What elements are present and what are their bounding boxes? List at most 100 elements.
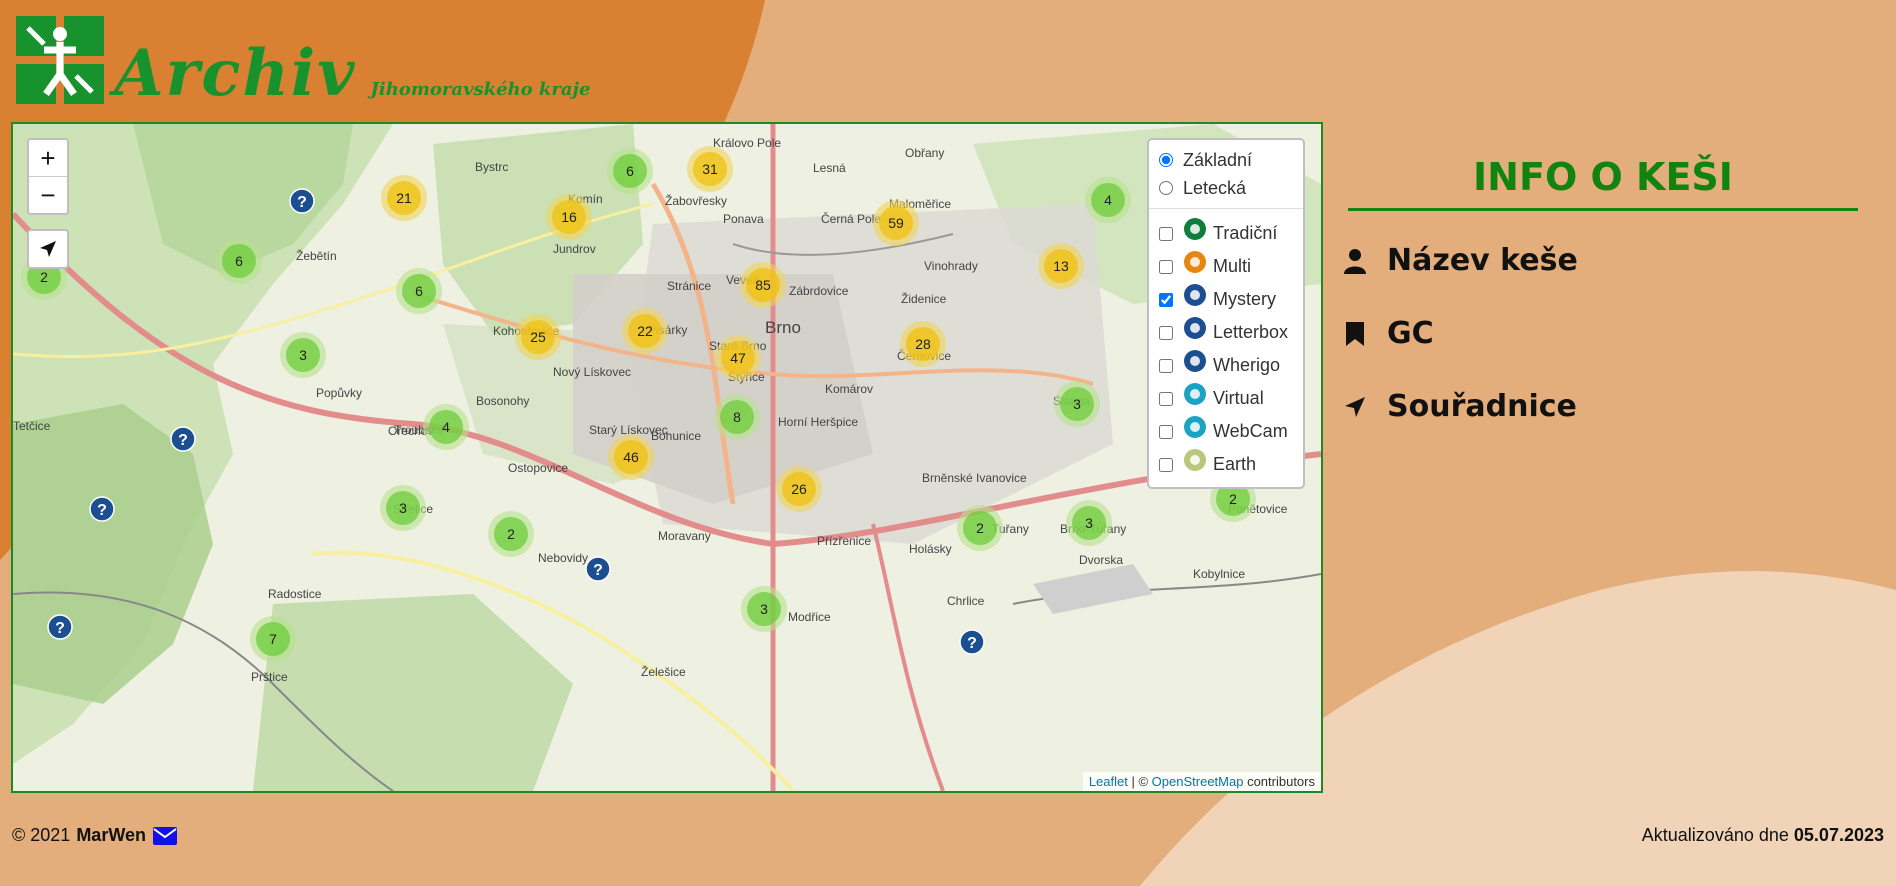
overlay-label: WebCam [1213,421,1288,441]
osm-link[interactable]: OpenStreetMap [1152,774,1244,789]
location-arrow-icon [1345,396,1365,417]
traditional-cache-icon [1183,217,1207,241]
base-layer-radio[interactable] [1159,153,1173,167]
locate-button[interactable] [27,229,69,269]
marker-cluster[interactable]: 28 [900,321,946,367]
earth-cache-icon [1183,448,1207,472]
overlay-option[interactable]: Virtual [1159,382,1293,415]
overlay-option[interactable]: Multi [1159,250,1293,283]
map-place-label: Popůvky [316,386,363,400]
marker-cluster[interactable]: 46 [608,434,654,480]
overlay-checkbox[interactable] [1159,259,1173,274]
cluster-count: 2 [494,517,528,551]
marker-cluster[interactable]: 3 [741,586,787,632]
envelope-icon[interactable] [152,826,178,846]
base-layer-option[interactable]: Letecká [1159,174,1293,202]
overlay-checkbox[interactable] [1159,226,1173,241]
marker-cluster[interactable]: 3 [1054,381,1100,427]
cache-name-row: Název keše [1343,243,1578,278]
mystery-cache-marker[interactable]: ? [959,629,985,655]
map-place-label: Moravany [658,529,711,543]
map-place-label: Nový Lískovec [553,365,632,379]
map-place-label: Nebovidy [538,551,589,565]
cluster-count: 26 [782,472,816,506]
updated-label: Aktualizováno dne [1641,825,1789,845]
multi-cache-icon [1183,250,1207,274]
cluster-count: 22 [628,314,662,348]
map-place-label: Vinohrady [924,259,978,273]
base-layer-label: Letecká [1183,177,1247,198]
map-place-label: Přízřenice [817,534,872,548]
overlay-checkbox[interactable] [1159,424,1173,439]
cluster-count: 2 [963,511,997,545]
overlay-checkbox[interactable] [1159,391,1173,406]
leaflet-link[interactable]: Leaflet [1089,774,1128,789]
cluster-count: 8 [720,400,754,434]
base-layer-radio[interactable] [1159,181,1173,195]
marker-cluster[interactable]: 47 [715,335,761,381]
overlay-option[interactable]: Tradiční [1159,217,1293,250]
marker-cluster[interactable]: 26 [776,466,822,512]
location-arrow-icon [40,241,56,257]
marker-cluster[interactable]: 3 [380,485,426,531]
marker-cluster[interactable]: 6 [216,238,262,284]
overlay-checkbox[interactable] [1159,292,1173,307]
mystery-cache-marker[interactable]: ? [89,496,115,522]
overlay-layers-list: Tradiční Multi Mystery Letterbox Wherigo Virt… [1159,217,1293,481]
zoom-out-button[interactable]: − [29,176,67,213]
site-logo[interactable]: Archiv Jihomoravského kraje [14,14,590,106]
mystery-cache-marker[interactable]: ? [289,188,315,214]
gc-code-row: GC [1343,316,1434,351]
svg-text:?: ? [967,635,977,652]
marker-cluster[interactable]: 25 [515,314,561,360]
geocaching-logo-icon [16,16,104,104]
marker-cluster[interactable]: 4 [423,404,469,450]
marker-cluster[interactable]: 85 [740,262,786,308]
mystery-cache-marker[interactable]: ? [585,556,611,582]
overlay-option[interactable]: Mystery [1159,283,1293,316]
overlay-option[interactable]: Wherigo [1159,349,1293,382]
logo-title: Archiv [114,36,357,111]
marker-cluster[interactable]: 16 [546,194,592,240]
mystery-cache-marker[interactable]: ? [47,614,73,640]
base-layer-label: Základní [1183,149,1253,170]
marker-cluster[interactable]: 4 [1085,177,1131,223]
map-place-label: Komárov [825,382,874,396]
cluster-count: 59 [879,206,913,240]
mystery-cache-marker[interactable]: ? [170,426,196,452]
updated-date: 05.07.2023 [1793,825,1884,845]
author-name: MarWen [76,825,146,845]
map-place-label: Kobylnice [1193,567,1246,581]
virtual-cache-icon [1183,382,1207,406]
marker-cluster[interactable]: 6 [396,268,442,314]
map-place-label: Chrlice [947,594,985,608]
marker-cluster[interactable]: 22 [622,308,668,354]
overlay-checkbox[interactable] [1159,358,1173,373]
map[interactable]: Královo Pole Obřany Bystrc Lesná Komín Žabovř… [11,122,1323,793]
overlay-option[interactable]: Letterbox [1159,316,1293,349]
overlay-option[interactable]: WebCam [1159,415,1293,448]
marker-cluster[interactable]: 3 [280,332,326,378]
marker-cluster[interactable]: 7 [250,616,296,662]
marker-cluster[interactable]: 59 [873,200,919,246]
marker-cluster[interactable]: 21 [381,175,427,221]
marker-cluster[interactable]: 13 [1038,243,1084,289]
svg-text:?: ? [178,432,188,449]
marker-cluster[interactable]: 31 [687,146,733,192]
marker-cluster[interactable]: 8 [714,394,760,440]
overlay-option[interactable]: Earth [1159,448,1293,481]
overlay-checkbox[interactable] [1159,325,1173,340]
zoom-in-button[interactable]: + [29,140,67,176]
cluster-count: 28 [906,327,940,361]
marker-cluster[interactable]: 2 [957,505,1003,551]
map-place-label: Bosonohy [476,394,530,408]
marker-cluster[interactable]: 3 [1066,500,1112,546]
cluster-count: 6 [222,244,256,278]
overlay-label: Multi [1213,256,1252,276]
overlay-checkbox[interactable] [1159,457,1173,472]
marker-cluster[interactable]: 6 [607,148,653,194]
cluster-count: 4 [429,410,463,444]
map-place-label: Ponava [723,212,764,226]
marker-cluster[interactable]: 2 [488,511,534,557]
base-layer-option[interactable]: Základní [1159,146,1293,174]
